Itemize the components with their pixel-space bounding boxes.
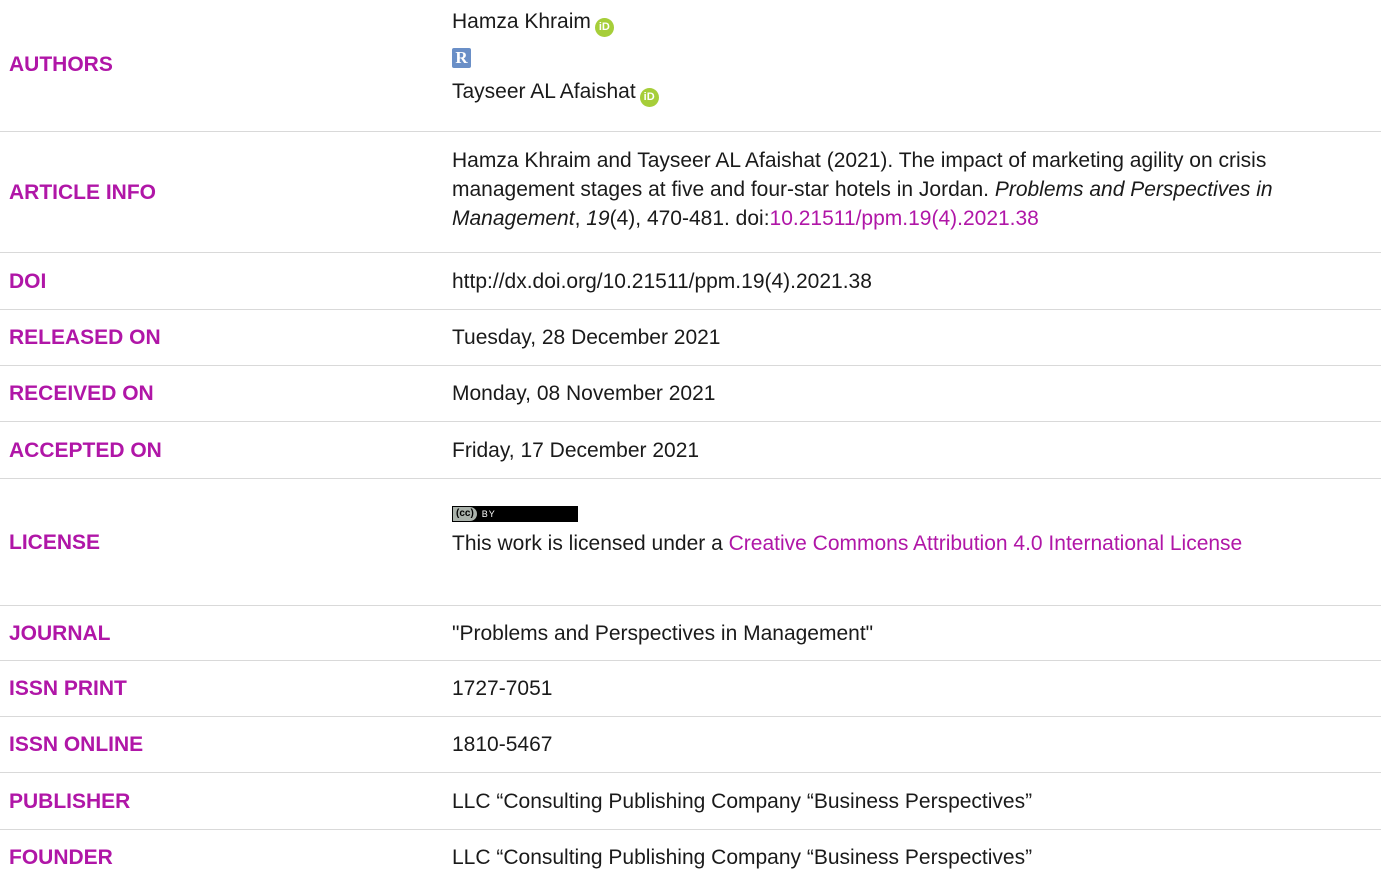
row-article-info: ARTICLE INFO Hamza Khraim and Tayseer AL… <box>0 132 1381 253</box>
row-issn-print: ISSN PRINT 1727-7051 <box>0 661 1381 717</box>
publisher-value: LLC “Consulting Publishing Company “Busi… <box>452 789 1033 813</box>
row-publisher: PUBLISHER LLC “Consulting Publishing Com… <box>0 773 1381 830</box>
cc-by-badge-icon[interactable]: (cc) BY <box>452 506 578 522</box>
label-founder: FOUNDER <box>9 845 113 869</box>
label-released-on: RELEASED ON <box>9 326 161 349</box>
label-license: LICENSE <box>9 531 101 554</box>
row-founder: FOUNDER LLC “Consulting Publishing Compa… <box>0 830 1381 884</box>
label-doi: DOI <box>9 269 47 293</box>
row-license: LICENSE (cc) BY This work is licensed un… <box>0 479 1381 606</box>
label-journal: JOURNAL <box>9 621 111 645</box>
row-doi: DOI http://dx.doi.org/10.21511/ppm.19(4)… <box>0 253 1381 310</box>
row-authors: AUTHORS Hamza Khraim iD R Tayseer AL Afai… <box>0 0 1381 132</box>
author-name[interactable]: Tayseer AL Afaishat <box>452 80 636 103</box>
row-journal: JOURNAL "Problems and Perspectives in Ma… <box>0 606 1381 661</box>
doi-value: http://dx.doi.org/10.21511/ppm.19(4).202… <box>452 269 872 293</box>
authors-list: Hamza Khraim iD R Tayseer AL Afaishat iD <box>452 7 1331 108</box>
label-article-info: ARTICLE INFO <box>9 181 156 204</box>
issn-online-value: 1810-5467 <box>452 733 553 756</box>
row-issn-online: ISSN ONLINE 1810-5467 <box>0 717 1381 773</box>
row-received-on: RECEIVED ON Monday, 08 November 2021 <box>0 366 1381 422</box>
label-authors: AUTHORS <box>9 53 113 76</box>
label-accepted-on: ACCEPTED ON <box>9 438 162 462</box>
orcid-icon[interactable]: iD <box>639 88 659 107</box>
article-citation: Hamza Khraim and Tayseer AL Afaishat (20… <box>452 149 1273 230</box>
released-value: Tuesday, 28 December 2021 <box>452 326 721 349</box>
label-issn-print: ISSN PRINT <box>9 677 127 700</box>
label-received-on: RECEIVED ON <box>9 382 154 405</box>
citation-volume: 19 <box>586 207 610 230</box>
journal-value: "Problems and Perspectives in Management… <box>452 621 874 645</box>
citation-doi-link[interactable]: 10.21511/ppm.19(4).2021.38 <box>770 207 1039 230</box>
author-name[interactable]: Hamza Khraim <box>452 10 591 33</box>
license-link[interactable]: Creative Commons Attribution 4.0 Interna… <box>729 532 1243 555</box>
researcherid-icon[interactable]: R <box>452 48 471 68</box>
accepted-value: Friday, 17 December 2021 <box>452 438 700 462</box>
row-released-on: RELEASED ON Tuesday, 28 December 2021 <box>0 310 1381 366</box>
founder-value: LLC “Consulting Publishing Company “Busi… <box>452 845 1033 869</box>
orcid-icon[interactable]: iD <box>594 18 614 37</box>
row-accepted-on: ACCEPTED ON Friday, 17 December 2021 <box>0 422 1381 479</box>
received-value: Monday, 08 November 2021 <box>452 382 716 405</box>
label-issn-online: ISSN ONLINE <box>9 733 144 756</box>
license-value: (cc) BY This work is licensed under a Cr… <box>452 506 1243 555</box>
label-publisher: PUBLISHER <box>9 789 131 813</box>
issn-print-value: 1727-7051 <box>452 677 553 700</box>
